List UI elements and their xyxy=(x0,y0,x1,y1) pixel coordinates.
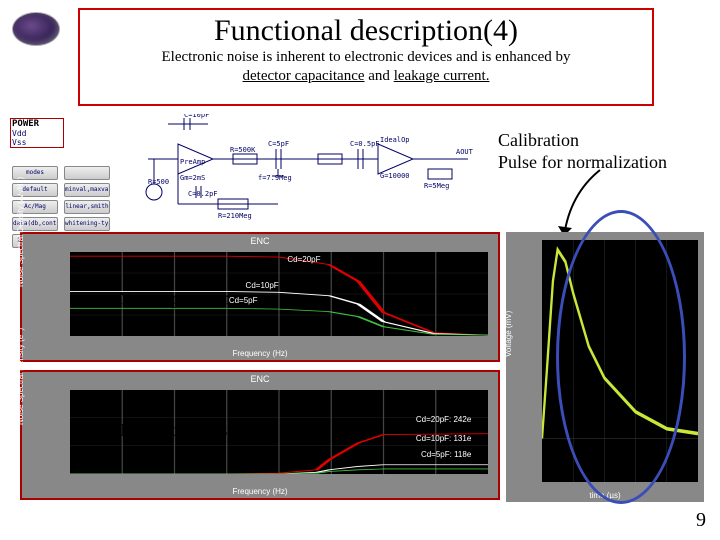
idealop: IdealOp xyxy=(380,136,410,144)
f-mid: f=7.9Meg xyxy=(258,174,292,182)
legend-cd20: Cd=20pF xyxy=(287,255,320,264)
g-out: G=10000 xyxy=(380,172,410,180)
calibration-pulse-chart: Voltage (mV) time (µs) xyxy=(506,232,704,502)
r-mid: R=500K xyxy=(230,146,256,154)
noise-spectrum-chart: ENC Noise Spectral Density (A/√Hz) Frequ… xyxy=(20,232,500,362)
chart-ylabel: Noise Spectral Density (e⁻) xyxy=(16,328,25,425)
aout: AOUT xyxy=(456,148,474,156)
subtitle-leakage: leakage current. xyxy=(394,68,490,84)
plot-area xyxy=(542,240,698,482)
r-fb: R=210Meg xyxy=(218,212,252,220)
subtitle-capacitance: detector capacitance xyxy=(243,68,365,84)
integrated-noise-chart: ENC Noise Spectral Density (e⁻) Frequenc… xyxy=(20,370,500,500)
schematic-svg: C=10pF PreAmp R=500 Gm=2mS R=500K C=5pF … xyxy=(118,114,498,224)
sim-button[interactable]: whitening-type xyxy=(64,217,110,231)
chart-xlabel: Frequency (Hz) xyxy=(22,349,498,358)
c-mid: C=5pF xyxy=(268,140,289,148)
legend-cd5: Cd=5pF: 118e xyxy=(421,450,471,459)
eye-logo xyxy=(12,12,60,46)
integrated-noise-label: Integrated noise xyxy=(120,420,235,441)
legend-cd20: Cd=20pF: 242e xyxy=(416,415,471,424)
gm: Gm=2mS xyxy=(180,174,205,182)
c-out: C=0.5pF xyxy=(350,140,380,148)
sim-button[interactable] xyxy=(64,166,110,180)
c-fb: C=0.2pF xyxy=(188,190,218,198)
chart-ylabel: Voltage (mV) xyxy=(504,311,513,357)
pulse-series xyxy=(542,250,698,439)
r-in: R=500 xyxy=(148,178,169,186)
vdd-label: Vdd xyxy=(12,129,26,138)
legend-cd10: Cd=10pF xyxy=(246,281,279,290)
subtitle-line1: Electronic noise is inherent to electron… xyxy=(161,49,570,65)
subtitle: Electronic noise is inherent to electron… xyxy=(80,48,652,86)
vss-label: Vss xyxy=(12,138,26,147)
chart-xlabel: time (µs) xyxy=(506,491,704,500)
sim-button[interactable]: minval,maxval xyxy=(64,183,110,197)
chart-xlabel: Frequency (Hz) xyxy=(22,487,498,496)
c-top: C=10pF xyxy=(184,114,209,119)
chart-title: ENC xyxy=(22,236,498,246)
subtitle-and: and xyxy=(365,68,394,84)
calib-line2: Pulse for normalization xyxy=(498,152,667,172)
slide-title: Functional description(4) xyxy=(80,14,652,48)
noise-spectrum-label: Noise spectrum xyxy=(118,288,230,309)
sim-button[interactable]: linear,smith xyxy=(64,200,110,214)
preamp-lbl: PreAmp xyxy=(180,158,205,166)
calib-line1: Calibration xyxy=(498,130,579,150)
calibration-annotation: Calibration Pulse for normalization xyxy=(498,130,698,173)
schematic-panel: POWER Vdd Vss modes default Ac/Mag data(… xyxy=(8,114,508,226)
page-number: 9 xyxy=(696,509,706,532)
title-box: Functional description(4) Electronic noi… xyxy=(78,8,654,106)
chart-title: ENC xyxy=(22,374,498,384)
legend-cd5: Cd=5pF xyxy=(229,296,258,305)
legend-cd10: Cd=10pF: 131e xyxy=(416,434,471,443)
power-box: POWER Vdd Vss xyxy=(10,118,64,148)
r-out: R=5Meg xyxy=(424,182,449,190)
chart-ylabel: Noise Spectral Density (A/√Hz) xyxy=(16,177,25,287)
